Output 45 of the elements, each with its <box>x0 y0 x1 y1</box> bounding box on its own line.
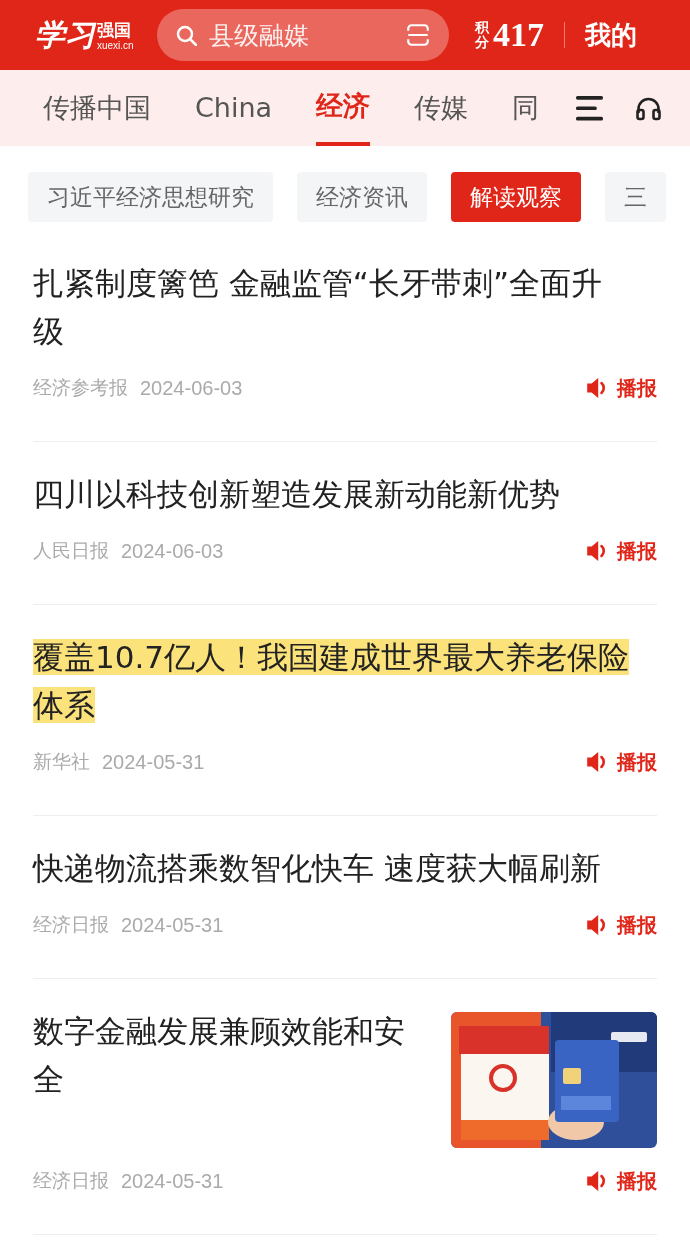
points-value: 417 <box>493 16 544 54</box>
speaker-icon <box>585 751 607 773</box>
article-source: 新华社 <box>33 749 90 774</box>
speaker-icon <box>585 914 607 936</box>
article-date: 2024-05-31 <box>121 1169 224 1193</box>
search-field[interactable]: 县级融媒 <box>207 19 405 51</box>
logo-name: 强国 <box>97 21 132 40</box>
broadcast-button[interactable]: 播报 <box>585 748 657 776</box>
category-tab[interactable]: 传播中国 <box>43 70 151 146</box>
speaker-icon <box>585 540 607 562</box>
search-icon <box>175 24 197 46</box>
scan-icon <box>405 22 431 48</box>
article-title[interactable]: 四川以科技创新塑造发展新动能新优势 <box>33 470 630 518</box>
category-tab[interactable]: 经济 <box>316 70 371 146</box>
article-title[interactable]: 数字金融发展兼顾效能和安全 <box>33 1007 421 1103</box>
category-tab[interactable]: China <box>195 70 273 146</box>
article-title[interactable]: 快递物流搭乘数智化快车 速度获大幅刷新 <box>33 844 630 892</box>
article-date: 2024-05-31 <box>121 913 224 937</box>
subcategory-chip[interactable]: 习近平经济思想研究 <box>28 172 273 222</box>
category-tab[interactable]: 传媒 <box>414 70 469 146</box>
subcategory-chip[interactable]: 解读观察 <box>451 172 581 222</box>
article-source: 经济参考报 <box>33 375 128 400</box>
logo-calligraphy: 学习 <box>35 18 95 52</box>
search-bar[interactable]: 县级融媒 <box>157 9 449 61</box>
headphones-icon[interactable] <box>635 95 662 121</box>
subcategory-chip[interactable]: 经济资讯 <box>297 172 427 222</box>
logo-domain: xuexi.cn <box>97 40 134 52</box>
broadcast-button[interactable]: 播报 <box>585 374 657 402</box>
broadcast-button[interactable]: 播报 <box>585 1167 657 1195</box>
broadcast-button[interactable]: 播报 <box>585 911 657 939</box>
article-source: 人民日报 <box>33 538 109 563</box>
speaker-icon <box>585 1170 607 1192</box>
article-source: 经济日报 <box>33 1168 109 1193</box>
article-source: 经济日报 <box>33 912 109 937</box>
broadcast-button[interactable]: 播报 <box>585 537 657 565</box>
points-label: 积分 <box>475 19 489 51</box>
menu-icon[interactable] <box>576 95 603 121</box>
article-title[interactable]: 扎紧制度篱笆 金融监管“长牙带刺”全面升级 <box>33 259 630 355</box>
article-date: 2024-05-31 <box>102 750 205 774</box>
category-tab[interactable]: 同 <box>512 70 540 146</box>
article-date: 2024-06-03 <box>140 376 243 400</box>
subcategory-chip[interactable]: 三 <box>605 172 666 222</box>
speaker-icon <box>585 377 607 399</box>
article-date: 2024-06-03 <box>121 539 224 563</box>
profile-link[interactable]: 我的 <box>585 17 637 53</box>
